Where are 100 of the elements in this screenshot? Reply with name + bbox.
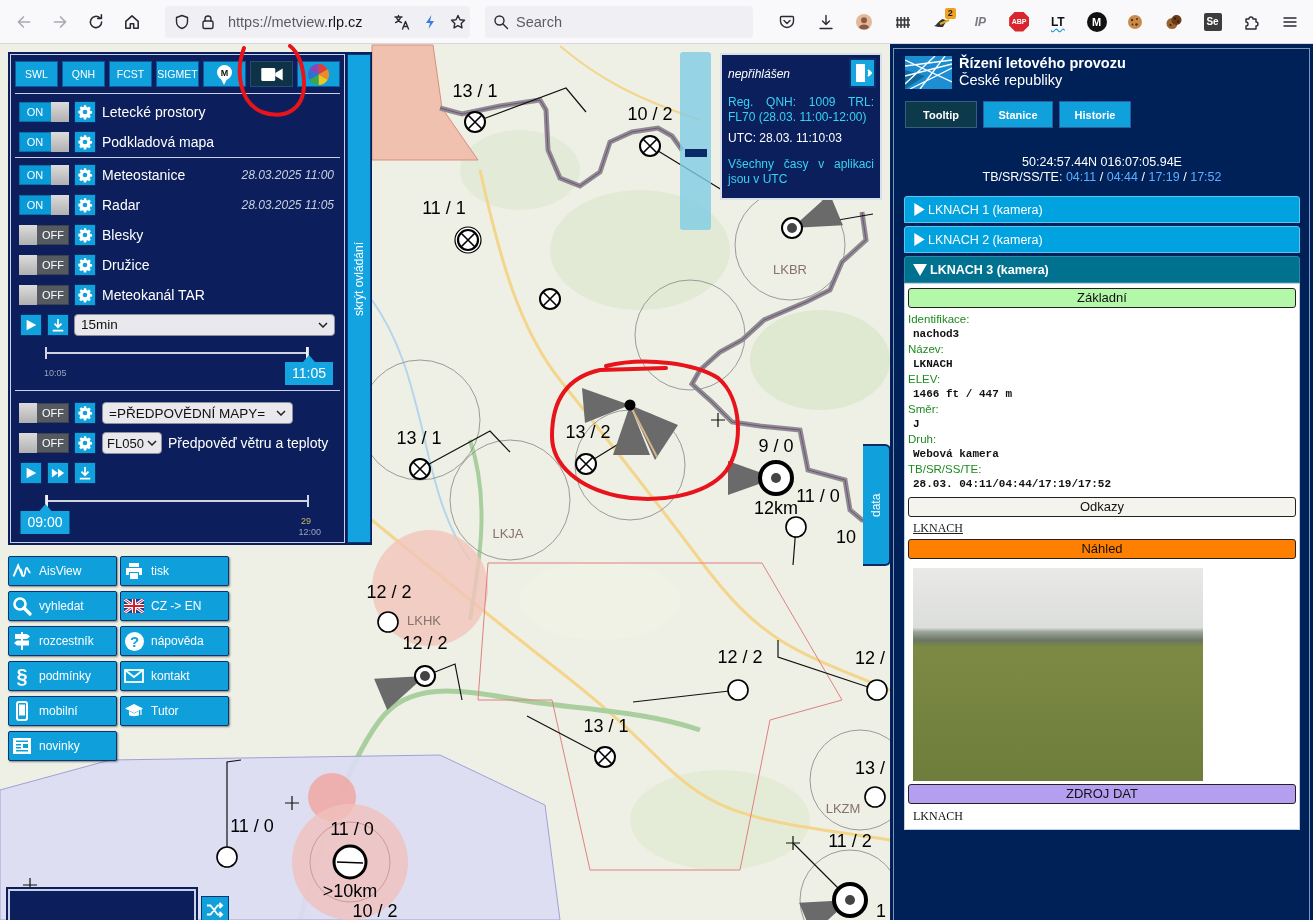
download-icon[interactable] <box>817 13 834 30</box>
extension-button[interactable]: 2 <box>926 6 957 37</box>
extension-button[interactable]: M <box>1086 11 1107 32</box>
dropdown[interactable]: 15min <box>74 313 335 336</box>
logo-icon <box>905 55 952 89</box>
accordion-header[interactable]: LKNACH 3 (kamera) <box>904 256 1300 283</box>
shuffle-button[interactable] <box>201 896 229 920</box>
coordinates: 50:24:57.44N 016:07:05.94E <box>1021 155 1183 170</box>
bullseye-icon[interactable] <box>758 460 794 496</box>
dropdown[interactable]: FL050 <box>102 432 162 454</box>
tab[interactable]: Tooltip <box>905 101 977 128</box>
cookies-icon[interactable] <box>1165 13 1182 30</box>
tab[interactable]: SIGMET <box>156 61 199 87</box>
play-button[interactable] <box>20 313 42 336</box>
menu-button[interactable]: kontakt <box>120 661 229 691</box>
field-label: Identifikace: <box>908 312 971 326</box>
dropdown[interactable]: =PŘEDPOVĚDNÍ MAPY= <box>102 402 293 424</box>
toggle-switch[interactable]: ON <box>19 195 69 215</box>
tab[interactable]: QNH <box>62 61 105 87</box>
menu-button[interactable]: ? nápověda <box>120 626 229 656</box>
tab[interactable]: SWL <box>15 61 58 87</box>
tab[interactable]: FCST <box>109 61 152 87</box>
extension-button[interactable]: LT <box>1046 11 1069 32</box>
chevron-down-icon <box>147 440 157 446</box>
barred-circle-icon[interactable] <box>332 844 368 880</box>
pocket-icon[interactable] <box>779 13 795 30</box>
shield-icon[interactable] <box>174 13 190 30</box>
menu-button[interactable]: vyhledat <box>8 591 117 621</box>
accordion-header[interactable]: LKNACH 1 (kamera) <box>904 196 1300 223</box>
signpost-icon <box>12 631 32 651</box>
settings-button[interactable] <box>74 194 96 216</box>
download-button[interactable] <box>74 461 96 484</box>
settings-button[interactable] <box>74 254 96 276</box>
settings-button[interactable] <box>74 131 96 153</box>
station-label: 11 / 0 <box>330 820 374 838</box>
airport-code: LKBR <box>773 262 807 276</box>
slider-thumb[interactable] <box>685 148 707 157</box>
field-label: ELEV: <box>908 372 942 386</box>
bullseye-icon[interactable] <box>832 882 868 918</box>
settings-button[interactable] <box>74 284 96 306</box>
hide-controls-button[interactable]: skrýt ovládání <box>347 54 371 543</box>
section-header: Odkazy <box>908 497 1296 517</box>
slider-track[interactable] <box>680 52 711 230</box>
toggle-switch[interactable]: OFF <box>19 403 69 423</box>
avatar-icon[interactable] <box>856 13 873 30</box>
fast-forward-button[interactable] <box>47 461 69 484</box>
link[interactable]: LKNACH <box>913 520 963 536</box>
tab[interactable]: M <box>203 61 246 87</box>
download-icon <box>51 317 65 332</box>
settings-button[interactable] <box>74 101 96 123</box>
download-icon <box>78 465 92 480</box>
time-label: 10:05 <box>44 368 67 378</box>
day-label: 29 <box>301 516 311 526</box>
notification-badge: 2 <box>944 7 956 19</box>
menu-button[interactable]: novinky <box>8 731 117 761</box>
settings-icon <box>77 287 93 303</box>
download-button[interactable] <box>47 313 69 336</box>
tab[interactable]: Historie <box>1059 101 1131 128</box>
extension-button[interactable]: IP <box>969 11 992 32</box>
menu-button[interactable]: AisView <box>8 556 117 586</box>
url-field[interactable]: https://metview.rlp.cz <box>165 5 470 38</box>
play-button[interactable] <box>20 461 42 484</box>
translate-icon[interactable] <box>394 13 410 30</box>
accordion-header[interactable]: LKNACH 2 (kamera) <box>904 226 1300 253</box>
toggle-switch[interactable]: ON <box>19 165 69 185</box>
qnh-info: Reg. QNH: 1009 TRL: FL70 (28.03. 11:00-12:00) <box>728 95 874 125</box>
settings-button[interactable] <box>74 164 96 186</box>
toggle-switch[interactable]: OFF <box>19 225 69 245</box>
tab[interactable] <box>250 61 293 87</box>
menu-button[interactable]: tisk <box>120 556 229 586</box>
settings-button[interactable] <box>74 432 96 454</box>
cookie-icon[interactable] <box>1127 13 1144 30</box>
menu-button[interactable]: rozcestník <box>8 626 117 656</box>
extension-button[interactable]: Se <box>1203 12 1222 31</box>
toggle-switch[interactable]: ON <box>19 102 69 122</box>
logout-button[interactable] <box>849 58 876 88</box>
crossed-circle-icon[interactable] <box>454 226 482 254</box>
toggle-switch[interactable]: OFF <box>19 285 69 305</box>
menu-button[interactable]: mobilní <box>8 696 117 726</box>
menu-button[interactable]: Tutor <box>120 696 229 726</box>
menu-button[interactable]: § podmínky <box>8 661 117 691</box>
user-status: nepřihlášen <box>728 66 792 82</box>
settings-button[interactable] <box>74 402 96 424</box>
toggle-switch[interactable]: ON <box>19 132 69 152</box>
star-icon[interactable] <box>450 13 466 30</box>
station-label: 1 <box>876 902 886 920</box>
logo-title: Řízení letového provozu <box>959 55 1126 72</box>
station-label: 12 / 2 <box>717 648 763 666</box>
settings-button[interactable] <box>74 224 96 246</box>
layer-label: Blesky <box>102 227 144 243</box>
lock-icon[interactable] <box>200 13 216 30</box>
puzzle-icon[interactable] <box>1243 13 1260 30</box>
search-field[interactable]: Search <box>485 5 753 38</box>
toggle-switch[interactable]: OFF <box>19 433 69 453</box>
toggle-switch[interactable]: OFF <box>19 255 69 275</box>
data-tab[interactable]: data <box>863 444 890 566</box>
tab[interactable]: Stanice <box>983 101 1053 128</box>
station-label: 13 / 1 <box>452 82 498 100</box>
menu-button[interactable]: CZ -> EN <box>120 591 229 621</box>
layer-label: Radar <box>102 197 141 213</box>
